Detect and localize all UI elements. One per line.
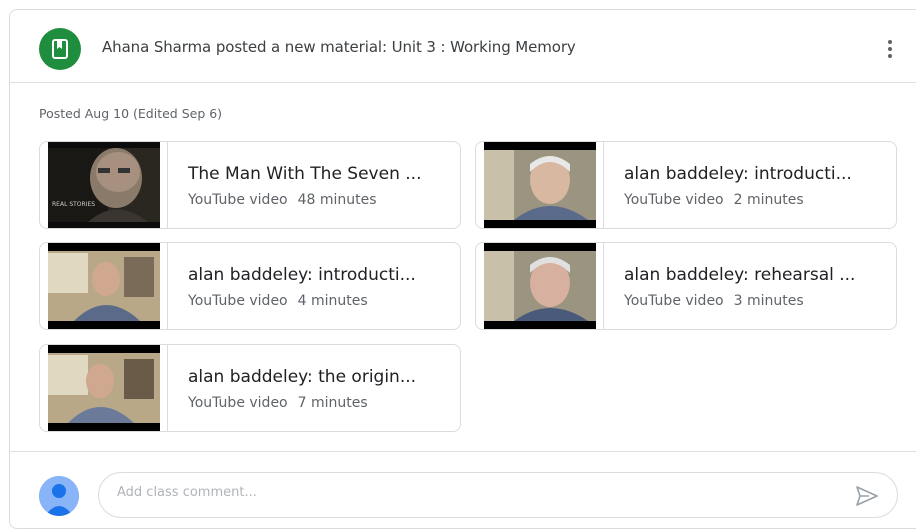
attachment-meta: YouTube video 7 minutes (188, 395, 368, 411)
post-title[interactable]: Ahana Sharma posted a new material: Unit… (102, 38, 576, 56)
post-header[interactable]: Ahana Sharma posted a new material: Unit… (10, 10, 916, 83)
attachment-title[interactable]: alan baddeley: the origin... (188, 367, 416, 387)
class-comment-input[interactable] (117, 485, 817, 500)
comment-footer (10, 451, 916, 531)
video-thumbnail (48, 243, 160, 329)
attachment-duration: 3 minutes (733, 293, 804, 309)
attachment-meta: YouTube video 2 minutes (624, 192, 804, 208)
attachment-title[interactable]: The Man With The Seven ... (188, 164, 421, 184)
video-thumbnail: REAL STORIES (48, 142, 160, 228)
posted-date: Posted Aug 10 (Edited Sep 6) (39, 106, 223, 121)
attachment-type: YouTube video (624, 293, 724, 309)
attachment-meta: YouTube video 4 minutes (188, 293, 368, 309)
attachment-meta: YouTube video 3 minutes (624, 293, 804, 309)
attachment-duration: 2 minutes (733, 192, 804, 208)
attachment-duration: 48 minutes (297, 192, 377, 208)
attachment-card-video-5[interactable]: alan baddeley: the origin... YouTube vid… (39, 344, 461, 432)
attachment-type: YouTube video (188, 395, 288, 411)
stream-post-card: Ahana Sharma posted a new material: Unit… (9, 9, 916, 529)
attachment-title[interactable]: alan baddeley: rehearsal ... (624, 265, 855, 285)
attachment-card-video-2[interactable]: alan baddeley: introducti... YouTube vid… (475, 141, 897, 229)
attachment-card-video-4[interactable]: alan baddeley: rehearsal ... YouTube vid… (475, 242, 897, 330)
thumb-divider (167, 243, 168, 329)
thumb-divider (603, 243, 604, 329)
thumb-divider (167, 345, 168, 431)
attachment-type: YouTube video (188, 192, 288, 208)
avatar (39, 476, 79, 516)
more-vert-icon[interactable] (880, 36, 900, 62)
attachment-type: YouTube video (188, 293, 288, 309)
bookmark-material-icon (39, 28, 81, 70)
attachment-title[interactable]: alan baddeley: introducti... (624, 164, 852, 184)
comment-box[interactable] (98, 472, 898, 518)
video-thumbnail (48, 345, 160, 431)
attachment-meta: YouTube video 48 minutes (188, 192, 377, 208)
thumb-divider (167, 142, 168, 228)
attachment-card-video-1[interactable]: REAL STORIES The Man With The Seven ... … (39, 141, 461, 229)
attachment-duration: 4 minutes (297, 293, 368, 309)
thumb-text: REAL STORIES (52, 201, 95, 208)
send-icon[interactable] (855, 485, 879, 507)
video-thumbnail (484, 142, 596, 228)
attachment-card-video-3[interactable]: alan baddeley: introducti... YouTube vid… (39, 242, 461, 330)
attachment-title[interactable]: alan baddeley: introducti... (188, 265, 416, 285)
thumb-divider (603, 142, 604, 228)
attachment-duration: 7 minutes (297, 395, 368, 411)
attachment-type: YouTube video (624, 192, 724, 208)
video-thumbnail (484, 243, 596, 329)
